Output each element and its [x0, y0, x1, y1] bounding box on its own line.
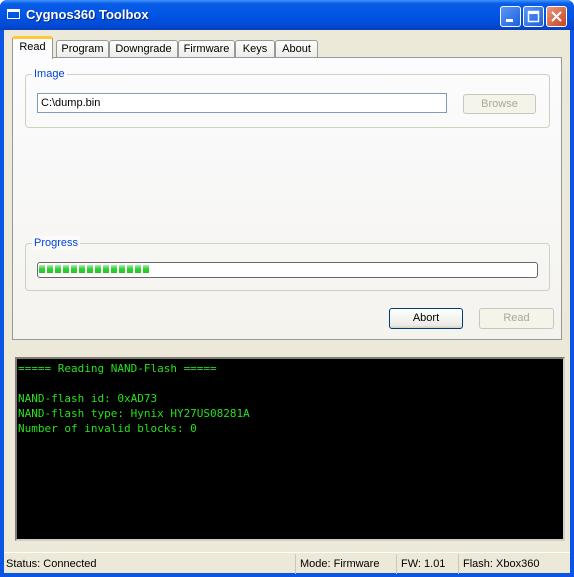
- log-console[interactable]: ===== Reading NAND-Flash ===== NAND-flas…: [15, 357, 565, 541]
- progress-segment: [95, 265, 101, 273]
- image-group-label: Image: [32, 67, 67, 81]
- status-bar: Status: Connected Mode: Firmware FW: 1.0…: [4, 552, 570, 574]
- app-window-icon: [7, 9, 20, 19]
- progress-segment: [79, 265, 85, 273]
- window-title: Cygnos360 Toolbox: [26, 7, 149, 22]
- close-icon: [551, 11, 562, 22]
- maximize-button[interactable]: [523, 6, 544, 27]
- progress-segment: [63, 265, 69, 273]
- image-path-input[interactable]: C:\dump.bin: [37, 93, 447, 113]
- tab-about[interactable]: About: [275, 40, 318, 58]
- progress-segment: [87, 265, 93, 273]
- maximize-icon: [527, 10, 540, 23]
- tab-firmware[interactable]: Firmware: [178, 40, 235, 58]
- progress-group-label: Progress: [32, 236, 81, 250]
- progress-segment: [135, 265, 141, 273]
- status-fw: FW: 1.01: [396, 554, 457, 574]
- progress-segment: [103, 265, 109, 273]
- abort-button[interactable]: Abort: [389, 308, 463, 329]
- tab-read[interactable]: Read: [12, 36, 53, 59]
- app-window: Cygnos360 Toolbox Read Program Downgrade…: [0, 0, 574, 577]
- progress-bar: [37, 262, 538, 278]
- progress-segment: [71, 265, 77, 273]
- tab-program[interactable]: Program: [56, 40, 109, 58]
- progress-bar-fill: [39, 265, 536, 273]
- read-tab-page: Image C:\dump.bin Browse Progress Abort …: [12, 57, 562, 340]
- status-flash: Flash: Xbox360: [458, 554, 569, 574]
- status-mode: Mode: Firmware: [295, 554, 395, 574]
- console-line: ===== Reading NAND-Flash =====: [18, 362, 217, 375]
- console-line: NAND-flash type: Hynix HY27US08281A: [18, 407, 250, 420]
- status-connection: Status: Connected: [6, 558, 97, 570]
- minimize-icon: [506, 19, 513, 22]
- console-line: Number of invalid blocks: 0: [18, 422, 197, 435]
- tab-keys[interactable]: Keys: [235, 40, 275, 58]
- progress-segment: [111, 265, 117, 273]
- progress-segment: [143, 265, 149, 273]
- image-group: Image C:\dump.bin Browse: [25, 67, 550, 128]
- console-line: NAND-flash id: 0xAD73: [18, 392, 158, 405]
- browse-button[interactable]: Browse: [463, 94, 536, 114]
- read-button[interactable]: Read: [479, 308, 554, 329]
- tab-downgrade[interactable]: Downgrade: [109, 40, 178, 58]
- progress-segment: [47, 265, 53, 273]
- title-bar[interactable]: Cygnos360 Toolbox: [0, 0, 574, 30]
- progress-segment: [127, 265, 133, 273]
- progress-segment: [39, 265, 45, 273]
- progress-group: Progress: [25, 236, 550, 291]
- minimize-button[interactable]: [500, 6, 521, 27]
- progress-segment: [55, 265, 61, 273]
- close-button[interactable]: [546, 6, 567, 27]
- progress-segment: [119, 265, 125, 273]
